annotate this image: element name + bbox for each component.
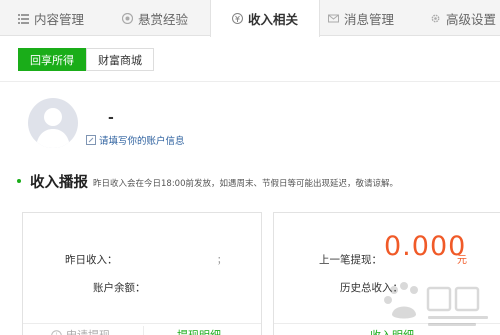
- apply-withdraw-label: 申请提现: [66, 327, 110, 335]
- tab-label: 消息管理: [344, 11, 395, 27]
- last-withdraw-amount: 0.000: [384, 231, 467, 262]
- sub-tab-bar: 回享所得 财富商城: [18, 48, 154, 71]
- money-icon: [231, 13, 243, 24]
- footer-separator: [143, 326, 144, 335]
- section-bullet: [17, 179, 21, 183]
- tab-message-management[interactable]: 消息管理: [328, 0, 394, 36]
- avatar[interactable]: [28, 98, 78, 148]
- tab-reward-experience[interactable]: 悬赏经验: [122, 0, 188, 36]
- tab-label: 收入相关: [247, 12, 298, 27]
- withdraw-detail-link[interactable]: 提现明细: [177, 327, 221, 335]
- yesterday-income-label: 昨日收入：: [65, 254, 118, 266]
- tab-label: 悬赏经验: [138, 11, 189, 27]
- list-icon: [18, 13, 29, 24]
- tab-advanced-settings[interactable]: 高级设置: [430, 0, 496, 36]
- user-silhouette-icon: [36, 108, 70, 148]
- mail-icon: [328, 14, 339, 22]
- user-nickname: -: [108, 110, 114, 126]
- tab-label: 高级设置: [446, 11, 497, 27]
- apply-withdraw-button[interactable]: 申请提现: [51, 327, 110, 335]
- top-tab-bar: 内容管理 悬赏经验 收入相关 消息管理 高级设置: [0, 0, 500, 37]
- balance-card-footer: 申请提现 提现明细: [23, 323, 261, 335]
- watermark-logo: [384, 282, 488, 326]
- tab-label: 内容管理: [34, 11, 85, 27]
- section-note: 昨日收入会在今日18:00前发放，如遇周末、节假日等可能出现延迟，敬请谅解。: [93, 179, 398, 189]
- subtab-share-income[interactable]: 回享所得: [18, 48, 86, 71]
- coin-icon: [122, 12, 133, 24]
- amount-unit: 元: [457, 255, 467, 266]
- balance-card: 昨日收入： ； 账户余额： 申请提现 提现明细: [22, 212, 262, 335]
- yesterday-mark: ；: [217, 256, 227, 266]
- edit-account-info-link[interactable]: 请填写你的账户信息: [86, 133, 185, 147]
- section-divider: [0, 81, 500, 82]
- account-balance-label: 账户余额：: [93, 282, 146, 294]
- edit-icon: [86, 135, 96, 145]
- tab-income[interactable]: 收入相关: [210, 0, 320, 37]
- last-withdraw-label: 上一笔提现：: [319, 254, 382, 266]
- edit-account-info-label: 请填写你的账户信息: [99, 136, 185, 147]
- subtab-wealth-mall[interactable]: 财富商城: [86, 48, 154, 71]
- tab-content-management[interactable]: 内容管理: [18, 0, 84, 36]
- info-circle-icon: [51, 329, 62, 335]
- gear-icon: [431, 14, 440, 22]
- section-title: 收入播报: [30, 175, 88, 191]
